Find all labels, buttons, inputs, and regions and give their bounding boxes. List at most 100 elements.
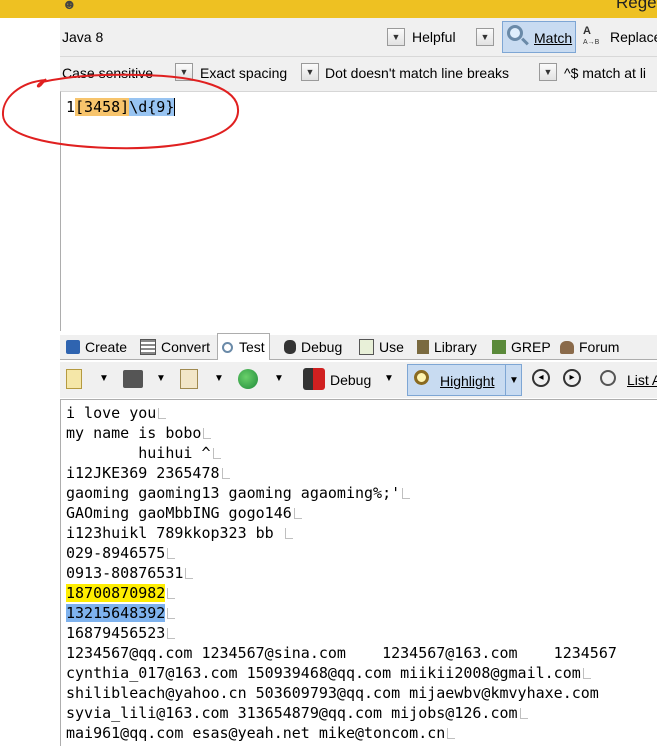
line-break-icon (582, 668, 591, 679)
flavor-select[interactable]: Java 8 (62, 29, 103, 45)
dot-option-select[interactable]: Dot doesn't match line breaks (325, 65, 509, 81)
list-icon[interactable] (600, 370, 616, 386)
line-break-icon (212, 448, 221, 459)
test-toolbar: ▼ ▼ ▼ ▼ Debug ▼ Highlight ▼ ◂ ▸ List A (60, 362, 657, 398)
bug-icon (284, 340, 296, 354)
red-annotation-circle (1, 73, 240, 150)
save-icon[interactable] (123, 370, 143, 388)
tab-forum-label: Forum (579, 339, 620, 355)
replace-icon-sub: A→B (583, 39, 600, 46)
line-break-icon (519, 708, 528, 719)
tab-grep[interactable]: GREP (492, 336, 551, 358)
highlight-label: Highlight (440, 373, 495, 389)
window-title: Rege (616, 0, 657, 12)
paste-icon[interactable] (180, 369, 198, 389)
test-line: 1234567@qq.com 1234567@sina.com 1234567@… (66, 644, 617, 662)
line-break-icon (167, 588, 176, 599)
tab-use[interactable]: Use (359, 336, 404, 358)
tab-convert[interactable]: Convert (140, 336, 210, 358)
title-bar: ☻ Rege (0, 0, 657, 18)
test-line: gaoming gaoming13 gaoming agaoming%;' (66, 483, 411, 503)
magnifier-handle (521, 37, 529, 46)
test-line-match: 18700870982 (66, 583, 176, 603)
tab-grep-label: GREP (511, 339, 551, 355)
tab-convert-label: Convert (161, 339, 211, 355)
tab-debug[interactable]: Debug (284, 336, 342, 358)
replace-mode-button[interactable]: A A→B Replace (580, 21, 657, 53)
debug-stop-icon (303, 368, 325, 390)
tab-create[interactable]: Create (66, 336, 127, 358)
tab-library-label: Library (434, 339, 477, 355)
anchor-option-select[interactable]: ^$ match at li (564, 65, 646, 81)
test-line-match: 13215648392 (66, 603, 176, 623)
replace-icon: A (583, 25, 591, 37)
test-line: syvia_lili@163.com 313654879@qq.com mijo… (66, 703, 528, 723)
main-toolbar: Java 8 ▼ Helpful ▼ Match A A→B Replace (60, 18, 657, 57)
magnifier-icon (222, 341, 233, 353)
test-line: 0913-80876531 (66, 563, 194, 583)
save-dropdown-arrow[interactable]: ▼ (156, 373, 166, 384)
next-match-icon[interactable]: ▸ (563, 369, 581, 387)
previous-match-icon[interactable]: ◂ (532, 369, 550, 387)
list-all-button[interactable]: List A (627, 372, 657, 388)
chevron-down-icon: ▼ (387, 28, 405, 46)
flavor-dropdown-button[interactable]: ▼ (387, 28, 405, 46)
web-dropdown-arrow[interactable]: ▼ (274, 373, 284, 384)
line-break-icon (284, 528, 293, 539)
test-line: 16879456523 (66, 623, 176, 643)
test-line: 029-8946575 (66, 543, 176, 563)
tab-library[interactable]: Library (417, 336, 477, 358)
use-icon (359, 339, 374, 355)
line-break-icon (167, 628, 176, 639)
line-break-icon (158, 408, 167, 419)
match-highlight-blue: 13215648392 (66, 604, 166, 622)
spacing-dropdown-button[interactable]: ▼ (301, 63, 319, 81)
dot-dropdown-button[interactable]: ▼ (539, 63, 557, 81)
line-break-icon (167, 548, 176, 559)
tab-forum[interactable]: Forum (560, 336, 619, 358)
line-break-icon (447, 728, 456, 739)
test-line: i123huikl 789kkop323 bb (66, 523, 293, 543)
match-mode-button[interactable]: Match (502, 21, 576, 53)
chevron-down-icon: ▼ (301, 63, 319, 81)
test-line: i love you (66, 403, 167, 423)
tab-use-label: Use (379, 339, 404, 355)
convert-icon (140, 339, 156, 355)
test-line: GAOming gaoMbbING gogo146 (66, 503, 302, 523)
test-subject-area[interactable]: i love you my name is bobo huihui ^ i12J… (60, 399, 657, 746)
test-line: my name is bobo (66, 423, 212, 443)
highlight-button[interactable]: Highlight ▼ (407, 364, 522, 396)
new-dropdown-arrow[interactable]: ▼ (99, 373, 109, 384)
test-line: cynthia_017@163.com 150939468@qq.com mii… (66, 663, 591, 683)
grep-icon (492, 340, 506, 354)
library-icon (417, 340, 429, 354)
test-line: i12JKE369 2365478 (66, 463, 230, 483)
highlight-dropdown-arrow[interactable]: ▼ (505, 365, 522, 395)
test-line: mai961@qq.com esas@yeah.net mike@toncom.… (66, 723, 456, 743)
line-break-icon (402, 488, 411, 499)
app-logo-icon: ☻ (62, 0, 77, 12)
replace-label: Replace (610, 29, 657, 45)
line-break-icon (221, 468, 230, 479)
chevron-down-icon: ▼ (476, 28, 494, 46)
line-break-icon (167, 608, 176, 619)
web-icon[interactable] (238, 369, 258, 389)
magnifier-icon (414, 370, 429, 385)
match-label: Match (534, 30, 573, 46)
debug-button[interactable]: Debug (330, 372, 371, 388)
test-line: shilibleach@yahoo.cn 503609793@qq.com mi… (66, 684, 599, 702)
paste-dropdown-arrow[interactable]: ▼ (214, 373, 224, 384)
line-break-icon (185, 568, 194, 579)
tab-create-label: Create (85, 339, 128, 355)
debug-dropdown-arrow[interactable]: ▼ (384, 373, 394, 384)
test-line: huihui ^ (66, 443, 221, 463)
tab-test[interactable]: Test (217, 333, 270, 360)
tab-debug-label: Debug (301, 339, 343, 355)
helper-select[interactable]: Helpful (412, 29, 456, 45)
tab-test-label: Test (239, 339, 265, 355)
tab-bar: Create Convert Test Debug Use Library GR… (60, 333, 657, 360)
line-break-icon (293, 508, 302, 519)
helper-dropdown-button[interactable]: ▼ (476, 28, 494, 46)
new-file-icon[interactable] (66, 369, 82, 389)
match-highlight-yellow: 18700870982 (66, 584, 166, 602)
